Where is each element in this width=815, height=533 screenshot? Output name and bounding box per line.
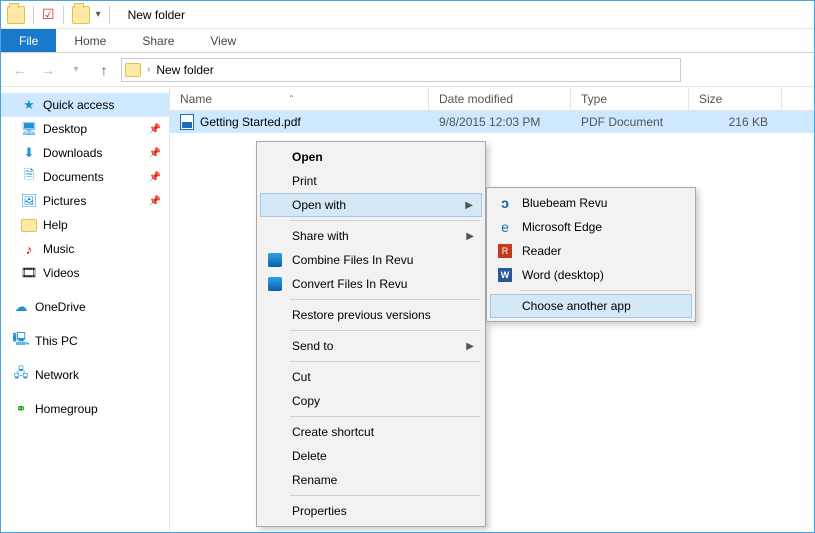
openwith-reader[interactable]: RReader: [490, 239, 692, 263]
music-icon: ♪: [21, 241, 37, 257]
network-icon: 🖧: [13, 367, 29, 383]
sidebar-homegroup[interactable]: ⚭ Homegroup: [1, 397, 169, 421]
sidebar-downloads[interactable]: ⬇ Downloads 📌: [1, 141, 169, 165]
col-date[interactable]: Date modified: [429, 87, 571, 110]
file-row[interactable]: Getting Started.pdf 9/8/2015 12:03 PM PD…: [170, 111, 814, 133]
openwith-choose[interactable]: Choose another app: [490, 294, 692, 318]
menu-convert-revu[interactable]: Convert Files In Revu: [260, 272, 482, 296]
sidebar-network[interactable]: 🖧 Network: [1, 363, 169, 387]
menu-rename[interactable]: Rename: [260, 468, 482, 492]
menu-delete[interactable]: Delete: [260, 444, 482, 468]
reader-icon: R: [498, 244, 512, 258]
tab-file[interactable]: File: [1, 29, 56, 52]
document-icon: 🗎: [21, 169, 37, 185]
sidebar-music[interactable]: ♪ Music: [1, 237, 169, 261]
homegroup-icon: ⚭: [13, 401, 29, 417]
ribbon-tabs: File Home Share View: [1, 29, 814, 53]
menu-shortcut[interactable]: Create shortcut: [260, 420, 482, 444]
revu-icon: [268, 253, 282, 267]
nav-sidebar: ★ Quick access 🖥 Desktop 📌 ⬇ Downloads 📌…: [1, 87, 170, 532]
forward-button[interactable]: →: [37, 59, 59, 81]
sidebar-help[interactable]: Help: [1, 213, 169, 237]
download-icon: ⬇: [21, 145, 37, 161]
back-button[interactable]: ←: [9, 59, 31, 81]
word-icon: W: [498, 268, 512, 282]
sidebar-desktop[interactable]: 🖥 Desktop 📌: [1, 117, 169, 141]
sidebar-videos[interactable]: 🎞 Videos: [1, 261, 169, 285]
column-headers: Name⌃ Date modified Type Size: [170, 87, 814, 111]
pdf-icon: [180, 114, 194, 130]
pictures-icon: 🖼: [21, 193, 37, 209]
sidebar-thispc[interactable]: 🖳 This PC: [1, 329, 169, 353]
bluebeam-icon: ↄ: [501, 195, 509, 211]
file-name: Getting Started.pdf: [200, 115, 301, 129]
tab-view[interactable]: View: [192, 29, 254, 52]
menu-print[interactable]: Print: [260, 169, 482, 193]
title-bar: ☑ ▾ New folder: [1, 1, 814, 29]
folder-icon: [21, 219, 37, 232]
folder-icon: [125, 63, 141, 77]
recent-dropdown[interactable]: ▾: [65, 59, 87, 81]
col-type[interactable]: Type: [571, 87, 689, 110]
open-with-submenu: ↄBluebeam Revu eMicrosoft Edge RReader W…: [486, 187, 696, 322]
sidebar-documents[interactable]: 🗎 Documents 📌: [1, 165, 169, 189]
file-size: 216 KB: [689, 115, 782, 129]
chevron-right-icon[interactable]: ›: [147, 64, 150, 75]
star-icon: ★: [21, 97, 37, 113]
context-menu: Open Print Open with▶ Share with▶ Combin…: [256, 141, 486, 527]
col-size[interactable]: Size: [689, 87, 782, 110]
file-type: PDF Document: [571, 115, 689, 129]
video-icon: 🎞: [21, 265, 37, 281]
menu-send-to[interactable]: Send to▶: [260, 334, 482, 358]
revu-icon: [268, 277, 282, 291]
address-segment[interactable]: New folder: [156, 63, 213, 77]
tab-share[interactable]: Share: [124, 29, 192, 52]
up-button[interactable]: ↑: [93, 59, 115, 81]
tab-home[interactable]: Home: [56, 29, 124, 52]
qat-folder-icon[interactable]: [72, 6, 90, 24]
edge-icon: e: [501, 219, 509, 235]
menu-restore[interactable]: Restore previous versions: [260, 303, 482, 327]
menu-properties[interactable]: Properties: [260, 499, 482, 523]
file-date: 9/8/2015 12:03 PM: [429, 115, 571, 129]
address-bar[interactable]: › New folder: [121, 58, 681, 82]
chevron-right-icon: ▶: [465, 200, 473, 211]
menu-combine-revu[interactable]: Combine Files In Revu: [260, 248, 482, 272]
menu-cut[interactable]: Cut: [260, 365, 482, 389]
sidebar-pictures[interactable]: 🖼 Pictures 📌: [1, 189, 169, 213]
menu-open-with[interactable]: Open with▶: [260, 193, 482, 217]
menu-open[interactable]: Open: [260, 145, 482, 169]
menu-copy[interactable]: Copy: [260, 389, 482, 413]
folder-icon: [7, 6, 25, 24]
sidebar-quick-access[interactable]: ★ Quick access: [1, 93, 169, 117]
chevron-right-icon: ▶: [466, 341, 474, 352]
nav-toolbar: ← → ▾ ↑ › New folder: [1, 53, 814, 87]
pin-icon: 📌: [149, 172, 161, 183]
pc-icon: 🖳: [13, 333, 29, 349]
chevron-right-icon: ▶: [466, 231, 474, 242]
cloud-icon: ☁: [13, 299, 29, 315]
sort-asc-icon: ⌃: [288, 94, 295, 103]
sidebar-onedrive[interactable]: ☁ OneDrive: [1, 295, 169, 319]
col-name[interactable]: Name⌃: [170, 87, 429, 110]
window-title: New folder: [128, 8, 185, 22]
qat-check-icon[interactable]: ☑: [42, 6, 55, 23]
pin-icon: 📌: [149, 148, 161, 159]
openwith-bluebeam[interactable]: ↄBluebeam Revu: [490, 191, 692, 215]
openwith-word[interactable]: WWord (desktop): [490, 263, 692, 287]
menu-share-with[interactable]: Share with▶: [260, 224, 482, 248]
pin-icon: 📌: [149, 124, 161, 135]
openwith-edge[interactable]: eMicrosoft Edge: [490, 215, 692, 239]
qat-dropdown-icon[interactable]: ▾: [96, 9, 101, 20]
pin-icon: 📌: [149, 196, 161, 207]
desktop-icon: 🖥: [21, 121, 37, 137]
